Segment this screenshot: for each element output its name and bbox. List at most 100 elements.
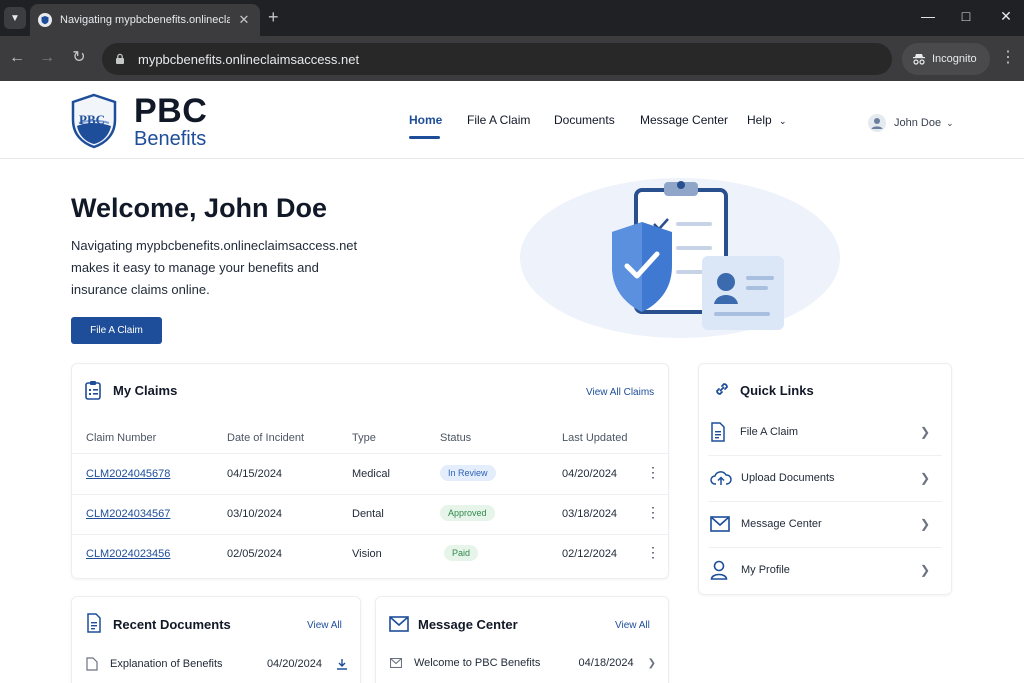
- my-claims-title: My Claims: [113, 383, 178, 398]
- claim-last-updated: 03/18/2024: [562, 508, 618, 520]
- nav-message-center[interactable]: Message Center: [640, 113, 728, 127]
- envelope-icon: [710, 516, 730, 532]
- status-badge: Paid: [444, 545, 479, 561]
- row-more-icon[interactable]: ⋮: [646, 464, 660, 481]
- claim-date: 02/05/2024: [227, 548, 283, 560]
- chevron-down-icon: ⌄: [779, 116, 787, 126]
- reload-icon[interactable]: ↻: [68, 48, 90, 68]
- tab-title: Navigating mypbcbenefits.onlineclaim: [60, 14, 230, 26]
- tab-search-icon[interactable]: ▼: [4, 7, 26, 29]
- minimize-icon[interactable]: —: [918, 8, 938, 24]
- quick-link-label: Upload Documents: [741, 472, 835, 484]
- claim-number-link[interactable]: CLM2024034567: [86, 508, 170, 520]
- close-window-icon[interactable]: ✕: [996, 8, 1016, 25]
- column-header-last-updated: Last Updated: [562, 432, 628, 444]
- address-bar[interactable]: mypbcbenefits.onlineclaimsaccess.net: [102, 43, 892, 75]
- user-name: John Doe: [894, 117, 942, 129]
- claim-type: Dental: [352, 508, 384, 520]
- claim-date: 04/15/2024: [227, 468, 283, 480]
- claim-last-updated: 02/12/2024: [562, 548, 618, 560]
- view-all-claims-link[interactable]: View All Claims: [586, 387, 654, 398]
- recent-documents-title: Recent Documents: [113, 617, 231, 632]
- row-more-icon[interactable]: ⋮: [646, 544, 660, 561]
- status-badge: In Review: [440, 465, 496, 481]
- message-date: 04/18/2024: [578, 657, 634, 669]
- shield-logo-text: PBC: [79, 112, 105, 127]
- quick-link-upload-documents[interactable]: Upload Documents ❯: [710, 455, 942, 501]
- forward-icon[interactable]: →: [36, 48, 58, 68]
- user-menu[interactable]: John Doe ⌄: [868, 114, 954, 132]
- maximize-icon[interactable]: □: [956, 8, 976, 24]
- nav-help-label: Help: [747, 113, 772, 127]
- view-all-messages-link[interactable]: View All: [615, 620, 650, 631]
- list-item[interactable]: Explanation of Benefits 04/20/2024: [86, 657, 348, 671]
- quick-link-label: My Profile: [741, 564, 790, 576]
- message-subject: Welcome to PBC Benefits: [414, 657, 541, 669]
- site-header: PBC PBC Benefits Home File A Claim Docum…: [0, 81, 1024, 159]
- nav-help[interactable]: Help ⌄: [747, 113, 787, 128]
- message-center-title: Message Center: [418, 617, 518, 632]
- chevron-right-icon: ❯: [919, 517, 930, 531]
- chevron-down-icon: ⌄: [946, 117, 954, 128]
- view-all-documents-link[interactable]: View All: [307, 620, 342, 631]
- quick-link-file-claim[interactable]: File A Claim ❯: [710, 409, 942, 455]
- document-name: Explanation of Benefits: [110, 658, 223, 670]
- new-tab-icon[interactable]: +: [268, 7, 279, 27]
- user-icon: [710, 560, 728, 580]
- welcome-text-line: insurance claims online.: [71, 282, 210, 297]
- claim-type: Vision: [352, 548, 382, 560]
- envelope-icon: [389, 616, 409, 632]
- lock-icon: [116, 53, 124, 64]
- claim-number-link[interactable]: CLM2024023456: [86, 548, 170, 560]
- incognito-label: Incognito: [932, 53, 977, 65]
- nav-file-claim[interactable]: File A Claim: [467, 113, 530, 127]
- nav-documents[interactable]: Documents: [554, 113, 615, 127]
- welcome-heading: Welcome, John Doe: [71, 193, 328, 223]
- site-favicon-icon: [38, 13, 52, 27]
- table-divider: [72, 453, 668, 454]
- chevron-right-icon: ❯: [647, 657, 656, 669]
- column-header-date: Date of Incident: [227, 432, 305, 444]
- column-header-status: Status: [440, 432, 472, 444]
- quick-link-message-center[interactable]: Message Center ❯: [710, 501, 942, 547]
- quick-link-my-profile[interactable]: My Profile ❯: [710, 547, 942, 593]
- message-center-card: [375, 596, 669, 683]
- download-icon[interactable]: [336, 658, 348, 670]
- tab-close-icon[interactable]: ✕: [236, 12, 252, 28]
- table-divider: [72, 494, 668, 495]
- brand-subtitle: Benefits: [134, 128, 207, 150]
- browser-toolbar: ← → ↻ mypbcbenefits.onlineclaimsaccess.n…: [0, 36, 1024, 81]
- nav-active-indicator: [409, 136, 440, 139]
- browser-tab[interactable]: Navigating mypbcbenefits.onlineclaim ✕: [30, 4, 260, 36]
- chevron-right-icon: ❯: [919, 563, 930, 577]
- quick-link-label: Message Center: [741, 518, 822, 530]
- claim-number-link[interactable]: CLM2024045678: [86, 468, 170, 480]
- claim-last-updated: 04/20/2024: [562, 468, 618, 480]
- back-icon[interactable]: ←: [6, 48, 28, 68]
- file-claim-button[interactable]: File A Claim: [71, 317, 162, 344]
- column-header-claim-number: Claim Number: [86, 432, 157, 444]
- chevron-right-icon: ❯: [919, 471, 930, 485]
- nav-home[interactable]: Home: [409, 113, 442, 127]
- mail-icon: [390, 658, 402, 668]
- status-badge: Approved: [440, 505, 495, 521]
- claim-type: Medical: [352, 468, 390, 480]
- incognito-icon: [913, 54, 925, 65]
- list-item[interactable]: Welcome to PBC Benefits 04/18/2024 ❯: [390, 657, 656, 669]
- claim-date: 03/10/2024: [227, 508, 283, 520]
- browser-menu-icon[interactable]: ⋮: [1000, 49, 1016, 67]
- welcome-text-line: Navigating mypbcbenefits.onlineclaimsacc…: [71, 238, 358, 253]
- chevron-right-icon: ❯: [919, 425, 930, 439]
- incognito-badge[interactable]: Incognito: [902, 43, 990, 75]
- document-date: 04/20/2024: [266, 658, 322, 670]
- quick-link-label: File A Claim: [740, 426, 799, 438]
- url-text: mypbcbenefits.onlineclaimsaccess.net: [138, 51, 360, 67]
- document-icon: [87, 613, 101, 633]
- cloud-upload-icon: [710, 471, 732, 485]
- file-icon: [86, 657, 98, 671]
- link-icon: [716, 383, 728, 395]
- browser-tab-bar: ▼ Navigating mypbcbenefits.onlineclaim ✕…: [0, 0, 1024, 36]
- row-more-icon[interactable]: ⋮: [646, 504, 660, 521]
- quick-links-title: Quick Links: [740, 383, 814, 398]
- column-header-type: Type: [352, 432, 376, 444]
